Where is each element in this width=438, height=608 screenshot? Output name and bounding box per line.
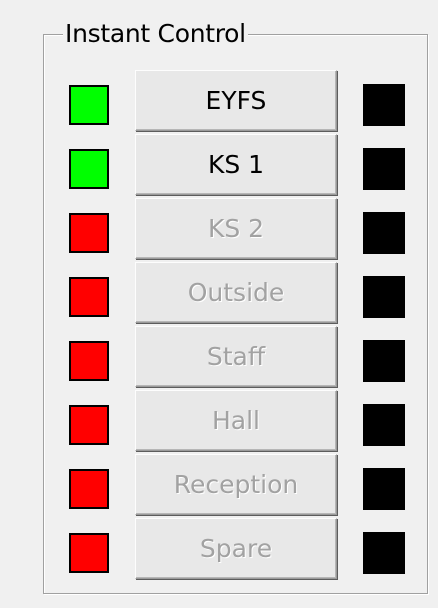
status-box: [363, 340, 405, 382]
zone-row-outside: Outside: [0, 261, 438, 323]
zone-row-reception: Reception: [0, 453, 438, 515]
indicator-led: [69, 469, 109, 509]
zone-button-ks1[interactable]: KS 1: [135, 134, 337, 195]
zone-row-eyfs: EYFS: [0, 69, 438, 131]
zone-button-spare: Spare: [135, 518, 337, 579]
indicator-led: [69, 341, 109, 381]
status-box: [363, 404, 405, 446]
zone-button-staff: Staff: [135, 326, 337, 387]
indicator-led: [69, 85, 109, 125]
status-box: [363, 148, 405, 190]
zone-button-ks2: KS 2: [135, 198, 337, 259]
instant-control-panel: { "group": { "title": "Instant Control" …: [0, 0, 438, 608]
status-box: [363, 532, 405, 574]
indicator-led: [69, 149, 109, 189]
status-box: [363, 276, 405, 318]
zone-row-ks2: KS 2: [0, 197, 438, 259]
status-box: [363, 212, 405, 254]
zone-row-spare: Spare: [0, 517, 438, 579]
indicator-led: [69, 405, 109, 445]
zone-button-eyfs[interactable]: EYFS: [135, 70, 337, 131]
zone-button-reception: Reception: [135, 454, 337, 515]
zone-row-hall: Hall: [0, 389, 438, 451]
indicator-led: [69, 213, 109, 253]
zone-row-staff: Staff: [0, 325, 438, 387]
zone-button-hall: Hall: [135, 390, 337, 451]
status-box: [363, 468, 405, 510]
status-box: [363, 84, 405, 126]
zone-button-outside: Outside: [135, 262, 337, 323]
group-title: Instant Control: [63, 19, 248, 49]
indicator-led: [69, 533, 109, 573]
indicator-led: [69, 277, 109, 317]
zone-row-ks1: KS 1: [0, 133, 438, 195]
